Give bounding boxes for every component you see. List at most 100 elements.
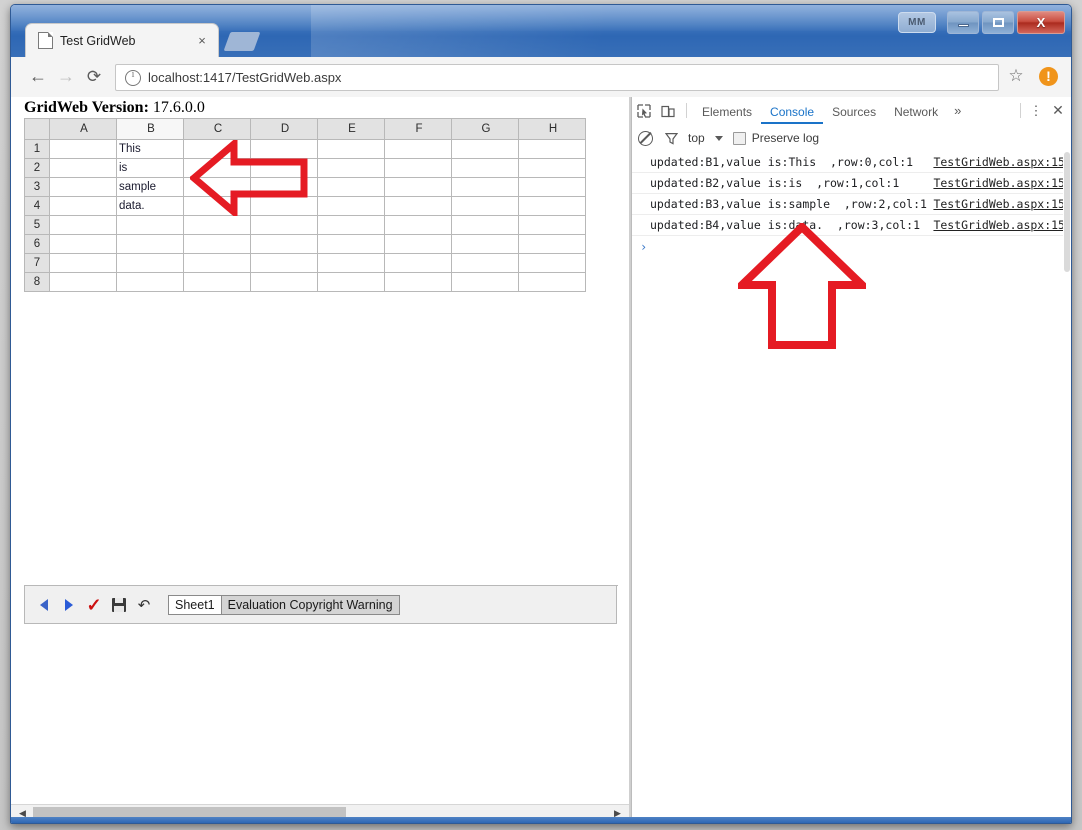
grid-select-all-corner[interactable] (24, 118, 50, 140)
grid-cell-D6[interactable] (250, 234, 318, 254)
grid-cell-B2[interactable]: is (116, 158, 184, 178)
grid-cell-A4[interactable] (49, 196, 117, 216)
console-message-row[interactable]: updated:B1,value is:This ,row:0,col:1 Te… (632, 152, 1071, 173)
grid-cell-E7[interactable] (317, 253, 385, 273)
console-message-row[interactable]: updated:B2,value is:is ,row:1,col:1 Test… (632, 173, 1071, 194)
grid-cell-C7[interactable] (183, 253, 251, 273)
grid-cell-F2[interactable] (384, 158, 452, 178)
spreadsheet-grid[interactable]: A B C D E F G H 1 This 2 is 3 sample 4 data. 5 6 7… (24, 118, 586, 292)
floppy-save-icon[interactable] (108, 593, 130, 617)
row-header-2[interactable]: 2 (24, 158, 50, 178)
tab-elements[interactable]: Elements (693, 98, 761, 124)
grid-cell-A5[interactable] (49, 215, 117, 235)
grid-cell-E8[interactable] (317, 272, 385, 292)
grid-cell-E2[interactable] (317, 158, 385, 178)
triangle-left-icon[interactable] (33, 593, 55, 617)
grid-cell-D7[interactable] (250, 253, 318, 273)
grid-cell-B1[interactable]: This (116, 139, 184, 159)
forward-icon[interactable]: → (55, 66, 77, 88)
close-window-button[interactable]: X (1017, 10, 1065, 34)
grid-cell-F5[interactable] (384, 215, 452, 235)
grid-cell-A2[interactable] (49, 158, 117, 178)
undo-arrow-icon[interactable]: ↶ (133, 593, 155, 617)
grid-cell-B7[interactable] (116, 253, 184, 273)
grid-cell-D2[interactable] (250, 158, 318, 178)
close-devtools-icon[interactable]: ✕ (1045, 102, 1071, 119)
vertical-scrollbar-thumb[interactable] (1064, 152, 1070, 272)
console-source-link[interactable]: TestGridWeb.aspx:15 (933, 176, 1065, 190)
grid-cell-D3[interactable] (250, 177, 318, 197)
grid-cell-E6[interactable] (317, 234, 385, 254)
tab-sources[interactable]: Sources (823, 98, 885, 124)
grid-cell-C1[interactable] (183, 139, 251, 159)
new-tab-button[interactable] (223, 32, 261, 51)
console-vertical-scrollbar[interactable] (1063, 152, 1071, 822)
tab-network[interactable]: Network (885, 98, 947, 124)
grid-cell-G7[interactable] (451, 253, 519, 273)
grid-cell-F7[interactable] (384, 253, 452, 273)
devtools-menu-icon[interactable]: ⋮ (1027, 104, 1045, 117)
grid-cell-A1[interactable] (49, 139, 117, 159)
close-tab-icon[interactable]: × (194, 33, 210, 49)
minimize-button[interactable] (947, 10, 979, 34)
column-header-c[interactable]: C (183, 118, 251, 140)
console-message-list[interactable]: updated:B1,value is:This ,row:0,col:1 Te… (632, 152, 1071, 822)
console-prompt[interactable]: › (632, 236, 1071, 258)
grid-cell-A6[interactable] (49, 234, 117, 254)
info-circle-icon[interactable] (125, 69, 141, 86)
reload-icon[interactable]: ⟳ (83, 66, 105, 88)
grid-cell-H5[interactable] (518, 215, 586, 235)
grid-cell-G3[interactable] (451, 177, 519, 197)
grid-cell-H8[interactable] (518, 272, 586, 292)
grid-cell-E4[interactable] (317, 196, 385, 216)
grid-cell-B8[interactable] (116, 272, 184, 292)
grid-cell-C5[interactable] (183, 215, 251, 235)
column-header-b[interactable]: B (116, 118, 184, 140)
row-header-4[interactable]: 4 (24, 196, 50, 216)
grid-cell-D4[interactable] (250, 196, 318, 216)
console-context-select[interactable]: top (688, 131, 705, 145)
grid-cell-G4[interactable] (451, 196, 519, 216)
column-header-g[interactable]: G (451, 118, 519, 140)
grid-cell-B4[interactable]: data. (116, 196, 184, 216)
maximize-button[interactable] (982, 10, 1014, 34)
row-header-6[interactable]: 6 (24, 234, 50, 254)
console-source-link[interactable]: TestGridWeb.aspx:15 (933, 197, 1065, 211)
grid-cell-A7[interactable] (49, 253, 117, 273)
update-alert-badge[interactable]: ! (1039, 67, 1058, 86)
grid-cell-B5[interactable] (116, 215, 184, 235)
column-header-h[interactable]: H (518, 118, 586, 140)
tab-console[interactable]: Console (761, 98, 824, 124)
grid-cell-H2[interactable] (518, 158, 586, 178)
grid-cell-G2[interactable] (451, 158, 519, 178)
grid-cell-G1[interactable] (451, 139, 519, 159)
grid-cell-E1[interactable] (317, 139, 385, 159)
column-header-d[interactable]: D (250, 118, 318, 140)
console-message-row[interactable]: updated:B3,value is:sample ,row:2,col:1 … (632, 194, 1071, 215)
grid-cell-F3[interactable] (384, 177, 452, 197)
grid-cell-C2[interactable] (183, 158, 251, 178)
grid-cell-F6[interactable] (384, 234, 452, 254)
column-header-f[interactable]: F (384, 118, 452, 140)
row-header-7[interactable]: 7 (24, 253, 50, 273)
grid-cell-D1[interactable] (250, 139, 318, 159)
grid-cell-A3[interactable] (49, 177, 117, 197)
grid-cell-G6[interactable] (451, 234, 519, 254)
preserve-log-label[interactable]: Preserve log (752, 131, 819, 145)
more-tabs-icon[interactable]: » (947, 103, 968, 118)
grid-cell-H4[interactable] (518, 196, 586, 216)
device-toolbar-icon[interactable] (656, 98, 680, 124)
preserve-log-checkbox[interactable] (732, 131, 746, 145)
row-header-1[interactable]: 1 (24, 139, 50, 159)
filter-funnel-icon[interactable] (658, 125, 684, 151)
row-header-8[interactable]: 8 (24, 272, 50, 292)
grid-cell-D8[interactable] (250, 272, 318, 292)
browser-tab-test-gridweb[interactable]: Test GridWeb × (25, 23, 219, 57)
grid-cell-H3[interactable] (518, 177, 586, 197)
grid-cell-F8[interactable] (384, 272, 452, 292)
grid-cell-B6[interactable] (116, 234, 184, 254)
grid-cell-C3[interactable] (183, 177, 251, 197)
checkmark-icon[interactable]: ✓ (83, 593, 105, 617)
console-message-row[interactable]: updated:B4,value is:data. ,row:3,col:1 T… (632, 215, 1071, 236)
grid-cell-B3[interactable]: sample (116, 177, 184, 197)
